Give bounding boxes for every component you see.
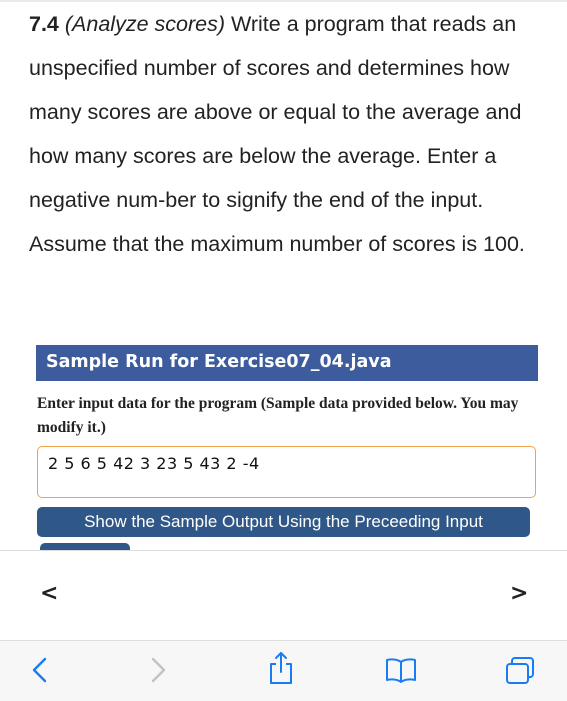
sample-input-field[interactable]: 2 5 6 5 42 3 23 5 43 2 -4 [37, 446, 536, 498]
back-icon[interactable] [30, 655, 50, 690]
exercise-text: Write a program that reads an unspecifie… [29, 12, 525, 256]
page-navigation: < > [0, 550, 567, 641]
share-icon[interactable] [268, 651, 294, 690]
browser-toolbar [0, 640, 567, 701]
show-sample-output-button[interactable]: Show the Sample Output Using the Preceed… [37, 507, 530, 537]
exercise-subtitle: (Analyze scores) [64, 12, 225, 36]
forward-icon[interactable] [148, 655, 168, 690]
exercise-description: 7.4 (Analyze scores) Write a program tha… [29, 2, 544, 266]
next-page-icon[interactable]: > [510, 581, 528, 606]
sample-run-header: Sample Run for Exercise07_04.java [36, 345, 538, 381]
tabs-icon[interactable] [504, 656, 536, 691]
input-instructions: Enter input data for the program (Sample… [37, 395, 519, 436]
exercise-number: 7.4 [29, 12, 59, 36]
previous-page-icon[interactable]: < [40, 581, 58, 606]
bookmarks-icon[interactable] [385, 657, 417, 688]
